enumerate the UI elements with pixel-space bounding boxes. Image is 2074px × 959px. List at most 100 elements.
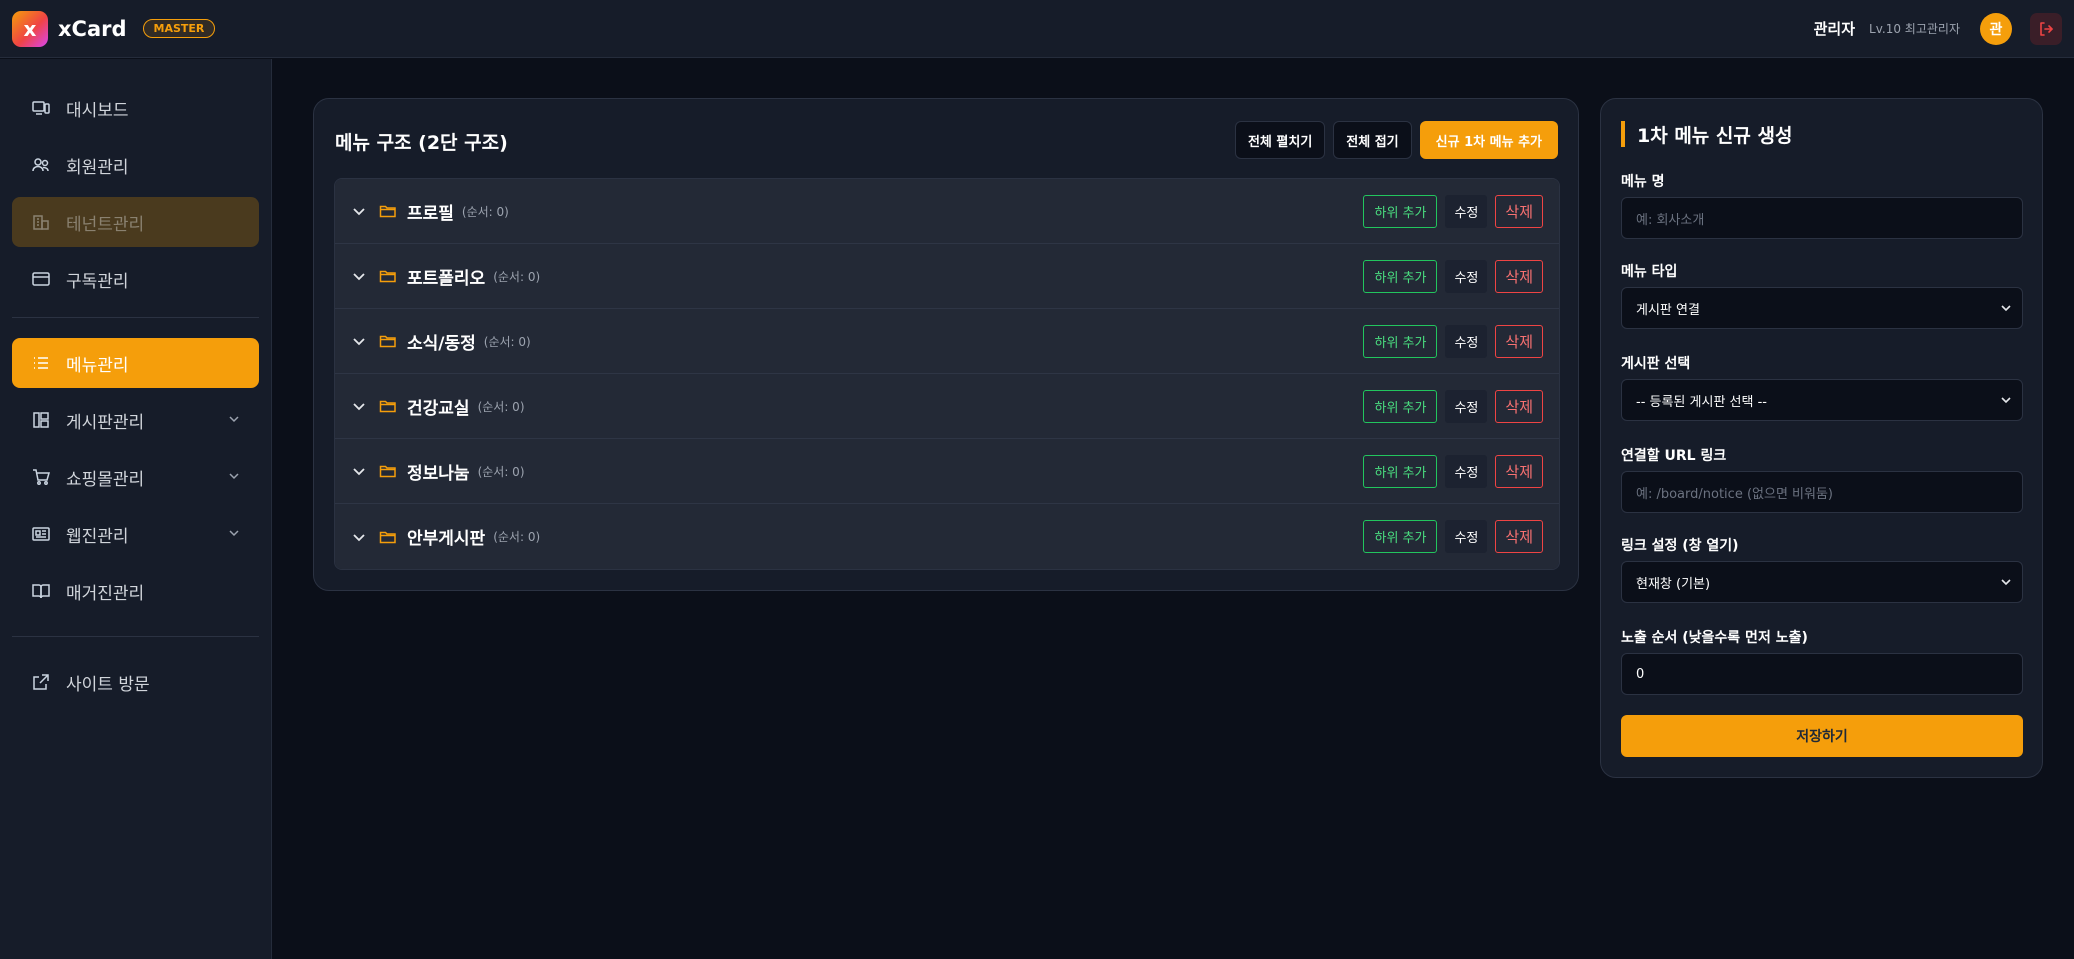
chevron-down-icon[interactable] — [351, 398, 371, 414]
menu-row: 프로필 (순서: 0) 하위 추가 수정 삭제 — [335, 179, 1559, 244]
add-sub-button[interactable]: 하위 추가 — [1363, 455, 1438, 488]
menu-name: 안부게시판 — [407, 529, 486, 549]
sidebar-item-subscriptions[interactable]: 구독관리 — [12, 254, 259, 304]
sidebar-item-magazine[interactable]: 매거진관리 — [12, 566, 259, 616]
sidebar-item-menus[interactable]: 메뉴관리 — [12, 338, 259, 388]
menu-list: 프로필 (순서: 0) 하위 추가 수정 삭제 포트폴리오 (순서: 0) 하위… — [334, 178, 1560, 570]
delete-button[interactable]: 삭제 — [1495, 520, 1543, 553]
menu-type-select[interactable]: 게시판 연결 — [1621, 287, 2023, 329]
external-link-icon — [30, 671, 52, 693]
folder-icon — [379, 203, 397, 219]
sidebar-item-label: 매거진관리 — [66, 583, 145, 604]
delete-button[interactable]: 삭제 — [1495, 195, 1543, 228]
menu-name: 건강교실 — [407, 398, 470, 419]
menu-order: (순서: 0) — [477, 464, 525, 479]
edit-button[interactable]: 수정 — [1445, 390, 1488, 423]
menu-order: (순서: 0) — [477, 399, 525, 414]
chevron-down-icon[interactable] — [351, 203, 371, 219]
order-label: 노출 순서 (낮을수록 먼저 노출) — [1621, 630, 1808, 646]
sidebar-item-visit-site[interactable]: 사이트 방문 — [12, 657, 259, 707]
sidebar-item-webzine[interactable]: 웹진관리 — [12, 509, 259, 559]
link-target-value: 현재창 (기본) — [1636, 576, 1711, 592]
chevron-down-icon — [229, 530, 239, 537]
page-title: 메뉴 구조 (2단 구조) — [335, 132, 508, 154]
top-header: x xCard MASTER 관리자 Lv.10 최고관리자 관 — [0, 0, 2074, 58]
avatar[interactable]: 관 — [1980, 12, 2012, 45]
row-actions: 하위 추가 수정 삭제 — [1363, 455, 1543, 488]
logout-button[interactable] — [2030, 12, 2062, 45]
menu-name: 소식/동정 — [407, 333, 476, 354]
menu-row: 소식/동정 (순서: 0) 하위 추가 수정 삭제 — [335, 309, 1559, 374]
row-actions: 하위 추가 수정 삭제 — [1363, 520, 1543, 553]
board-select[interactable]: -- 등록된 게시판 선택 -- — [1621, 379, 2023, 421]
form-title: 1차 메뉴 신규 생성 — [1621, 121, 1792, 147]
folder-icon — [379, 268, 397, 284]
sidebar-item-dashboard[interactable]: 대시보드 — [12, 83, 259, 133]
master-badge: MASTER — [142, 19, 216, 38]
delete-button[interactable]: 삭제 — [1495, 390, 1543, 423]
folder-icon — [379, 463, 397, 479]
link-target-label: 링크 설정 (창 열기) — [1621, 538, 1739, 554]
save-button[interactable]: 저장하기 — [1621, 715, 2023, 757]
newspaper-icon — [30, 523, 52, 545]
row-actions: 하위 추가 수정 삭제 — [1363, 325, 1543, 358]
sidebar-item-label: 게시판관리 — [66, 412, 145, 433]
order-input[interactable]: 0 — [1621, 653, 2023, 695]
add-sub-button[interactable]: 하위 추가 — [1363, 520, 1438, 553]
expand-all-button[interactable]: 전체 펼치기 — [1234, 121, 1326, 159]
menu-name-input[interactable]: 예: 회사소개 — [1621, 197, 2023, 239]
row-actions: 하위 추가 수정 삭제 — [1363, 390, 1543, 423]
sidebar-item-label: 사이트 방문 — [66, 674, 150, 695]
credit-card-icon — [30, 268, 52, 290]
brand[interactable]: x xCard MASTER — [12, 10, 216, 47]
cart-icon — [30, 466, 52, 488]
sidebar-item-label: 구독관리 — [66, 271, 129, 292]
edit-button[interactable]: 수정 — [1445, 455, 1488, 488]
menu-order: (순서: 0) — [493, 269, 541, 284]
add-sub-button[interactable]: 하위 추가 — [1363, 325, 1438, 358]
board-icon — [30, 409, 52, 431]
sidebar-item-label: 쇼핑몰관리 — [66, 469, 145, 490]
collapse-all-button[interactable]: 전체 접기 — [1333, 121, 1412, 159]
link-target-select[interactable]: 현재창 (기본) — [1621, 561, 2023, 603]
sidebar-item-members[interactable]: 회원관리 — [12, 140, 259, 190]
edit-button[interactable]: 수정 — [1445, 195, 1488, 228]
sidebar-item-boards[interactable]: 게시판관리 — [12, 395, 259, 445]
sidebar-item-shop[interactable]: 쇼핑몰관리 — [12, 452, 259, 502]
edit-button[interactable]: 수정 — [1445, 325, 1488, 358]
delete-button[interactable]: 삭제 — [1495, 455, 1543, 488]
chevron-down-icon[interactable] — [351, 463, 371, 479]
menu-structure-panel: 메뉴 구조 (2단 구조) 전체 펼치기 전체 접기 신규 1차 메뉴 추가 프… — [313, 98, 1579, 591]
delete-button[interactable]: 삭제 — [1495, 260, 1543, 293]
chevron-down-icon — [229, 473, 239, 480]
delete-button[interactable]: 삭제 — [1495, 325, 1543, 358]
board-select-label: 게시판 선택 — [1621, 356, 1691, 372]
edit-button[interactable]: 수정 — [1445, 520, 1488, 553]
menu-order: (순서: 0) — [461, 204, 509, 219]
users-icon — [30, 154, 52, 176]
user-name: 관리자 — [1813, 20, 1856, 38]
add-sub-button[interactable]: 하위 추가 — [1363, 260, 1438, 293]
menu-row: 건강교실 (순서: 0) 하위 추가 수정 삭제 — [335, 374, 1559, 439]
add-sub-button[interactable]: 하위 추가 — [1363, 195, 1438, 228]
chevron-down-icon[interactable] — [351, 333, 371, 349]
chevron-down-icon — [2001, 397, 2011, 404]
create-menu-form: 1차 메뉴 신규 생성 메뉴 명 예: 회사소개 메뉴 타입 게시판 연결 게시… — [1600, 98, 2043, 778]
user-area: 관리자 Lv.10 최고관리자 관 — [1813, 12, 2062, 45]
menu-name-label: 메뉴 명 — [1621, 174, 1665, 190]
add-sub-button[interactable]: 하위 추가 — [1363, 390, 1438, 423]
menu-row: 안부게시판 (순서: 0) 하위 추가 수정 삭제 — [335, 504, 1559, 569]
url-input[interactable]: 예: /board/notice (없으면 비워둠) — [1621, 471, 2023, 513]
chevron-down-icon[interactable] — [351, 529, 371, 545]
menu-name: 정보나눔 — [407, 463, 470, 484]
edit-button[interactable]: 수정 — [1445, 260, 1488, 293]
board-select-value: -- 등록된 게시판 선택 -- — [1636, 394, 1767, 410]
sidebar-item-label: 대시보드 — [66, 100, 129, 121]
brand-name: xCard — [58, 16, 127, 41]
building-icon — [30, 211, 52, 233]
url-label: 연결할 URL 링크 — [1621, 448, 1727, 464]
row-actions: 하위 추가 수정 삭제 — [1363, 195, 1543, 228]
chevron-down-icon[interactable] — [351, 268, 371, 284]
add-menu-button[interactable]: 신규 1차 메뉴 추가 — [1419, 121, 1558, 159]
sidebar-item-tenants[interactable]: 테넌트관리 — [12, 197, 259, 247]
